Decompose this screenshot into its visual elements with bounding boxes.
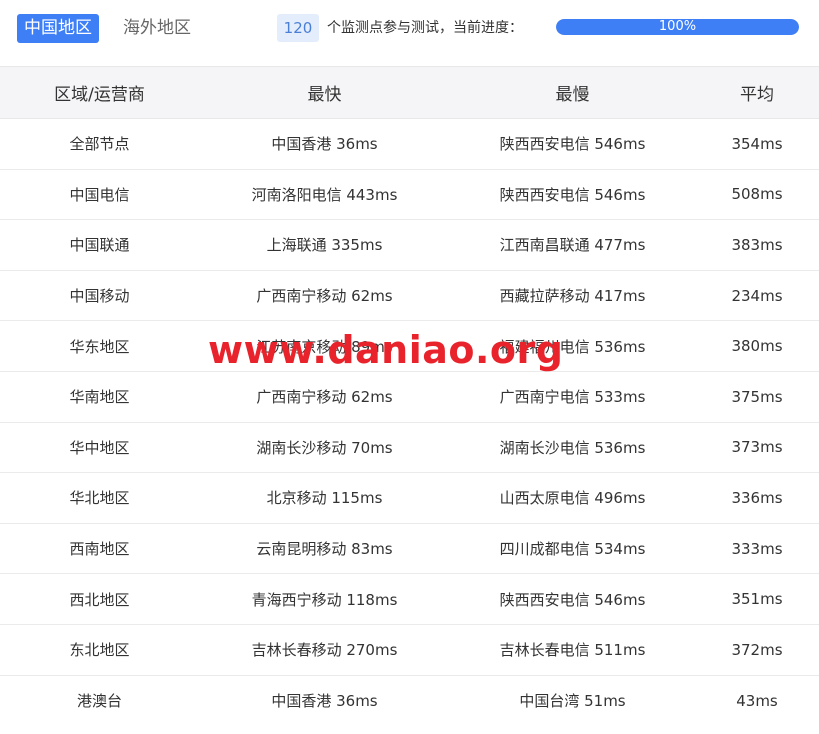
cell-average: 43ms [736, 691, 778, 710]
table-row: 西南地区 云南昆明移动 83ms 四川成都电信 534ms 333ms [0, 524, 819, 575]
cell-region: 华中地区 [69, 438, 130, 457]
tab-overseas-region[interactable]: 海外地区 [116, 14, 198, 43]
cell-region: 西南地区 [69, 540, 130, 559]
header-slowest: 最慢 [555, 85, 590, 105]
cell-slowest: 陕西西安电信 546ms [499, 135, 646, 154]
cell-average: 375ms [731, 387, 783, 406]
top-bar: 中国地区 海外地区 120 个监测点参与测试，当前进度： 100% [0, 0, 819, 58]
header-fastest: 最快 [307, 85, 342, 105]
table-row: 东北地区 吉林长春移动 270ms 吉林长春电信 511ms 372ms [0, 625, 819, 676]
cell-slowest: 广西南宁电信 533ms [499, 388, 646, 407]
table-body: 全部节点 中国香港 36ms 陕西西安电信 546ms 354ms 中国电信 河南洛阳电信… [0, 119, 819, 726]
cell-slowest: 中国台湾 51ms [519, 692, 626, 711]
cell-slowest: 江西南昌联通 477ms [499, 236, 646, 255]
header-average: 平均 [740, 85, 774, 105]
cell-average: 234ms [731, 286, 783, 305]
cell-average: 333ms [731, 539, 783, 558]
cell-region: 中国联通 [69, 236, 130, 255]
cell-region: 华东地区 [69, 337, 130, 356]
table-header: 区域/运营商 最快 最慢 平均 [0, 66, 819, 119]
cell-fastest: 上海联通 335ms [266, 236, 383, 255]
cell-average: 336ms [731, 488, 783, 507]
progress-bar: 100% [556, 19, 799, 35]
cell-region: 中国移动 [69, 287, 130, 306]
cell-fastest: 河南洛阳电信 443ms [251, 185, 398, 204]
cell-region: 华南地区 [69, 388, 130, 407]
table-row: 全部节点 中国香港 36ms 陕西西安电信 546ms 354ms [0, 119, 819, 170]
cell-fastest: 广西南宁移动 62ms [256, 388, 393, 407]
cell-region: 港澳台 [76, 692, 122, 711]
header-region: 区域/运营商 [54, 85, 145, 105]
cell-slowest: 陕西西安电信 546ms [499, 185, 646, 204]
cell-average: 354ms [731, 134, 783, 153]
cell-average: 351ms [731, 590, 783, 609]
progress-label: 个监测点参与测试，当前进度： [327, 20, 523, 36]
results-table: 区域/运营商 最快 最慢 平均 全部节点 中国香港 36ms 陕西西安电信 546m… [0, 66, 819, 726]
cell-average: 508ms [731, 185, 783, 204]
cell-fastest: 中国香港 36ms [271, 135, 378, 154]
cell-fastest: 吉林长春移动 270ms [251, 641, 398, 660]
cell-region: 全部节点 [69, 135, 130, 154]
table-row: 中国移动 广西南宁移动 62ms 西藏拉萨移动 417ms 234ms [0, 271, 819, 322]
cell-average: 383ms [731, 235, 783, 254]
cell-fastest: 广西南宁移动 62ms [256, 287, 393, 306]
monitor-count-badge: 120 [277, 14, 319, 42]
tab-china-region[interactable]: 中国地区 [17, 14, 99, 43]
cell-slowest: 吉林长春电信 511ms [499, 641, 646, 660]
watermark: www.daniao.org [208, 328, 564, 372]
cell-fastest: 湖南长沙移动 70ms [256, 438, 393, 457]
cell-region: 华北地区 [69, 489, 130, 508]
cell-slowest: 陕西西安电信 546ms [499, 590, 646, 609]
cell-average: 373ms [731, 438, 783, 457]
cell-fastest: 青海西宁移动 118ms [251, 590, 398, 609]
cell-region: 中国电信 [69, 185, 130, 204]
cell-region: 东北地区 [69, 641, 130, 660]
cell-region: 西北地区 [69, 590, 130, 609]
cell-fastest: 中国香港 36ms [271, 692, 378, 711]
table-row: 中国电信 河南洛阳电信 443ms 陕西西安电信 546ms 508ms [0, 170, 819, 221]
table-row: 中国联通 上海联通 335ms 江西南昌联通 477ms 383ms [0, 220, 819, 271]
table-row: 港澳台 中国香港 36ms 中国台湾 51ms 43ms [0, 676, 819, 727]
cell-slowest: 四川成都电信 534ms [499, 540, 646, 559]
table-row: 西北地区 青海西宁移动 118ms 陕西西安电信 546ms 351ms [0, 574, 819, 625]
cell-slowest: 湖南长沙电信 536ms [499, 438, 646, 457]
cell-fastest: 云南昆明移动 83ms [256, 540, 393, 559]
table-row: 华南地区 广西南宁移动 62ms 广西南宁电信 533ms 375ms [0, 372, 819, 423]
table-row: 华北地区 北京移动 115ms 山西太原电信 496ms 336ms [0, 473, 819, 524]
cell-fastest: 北京移动 115ms [266, 489, 383, 508]
cell-average: 372ms [731, 640, 783, 659]
cell-slowest: 西藏拉萨移动 417ms [499, 287, 646, 306]
cell-average: 380ms [731, 337, 783, 356]
progress-percent: 100% [658, 19, 697, 34]
table-row: 华中地区 湖南长沙移动 70ms 湖南长沙电信 536ms 373ms [0, 423, 819, 474]
cell-slowest: 山西太原电信 496ms [499, 489, 646, 508]
